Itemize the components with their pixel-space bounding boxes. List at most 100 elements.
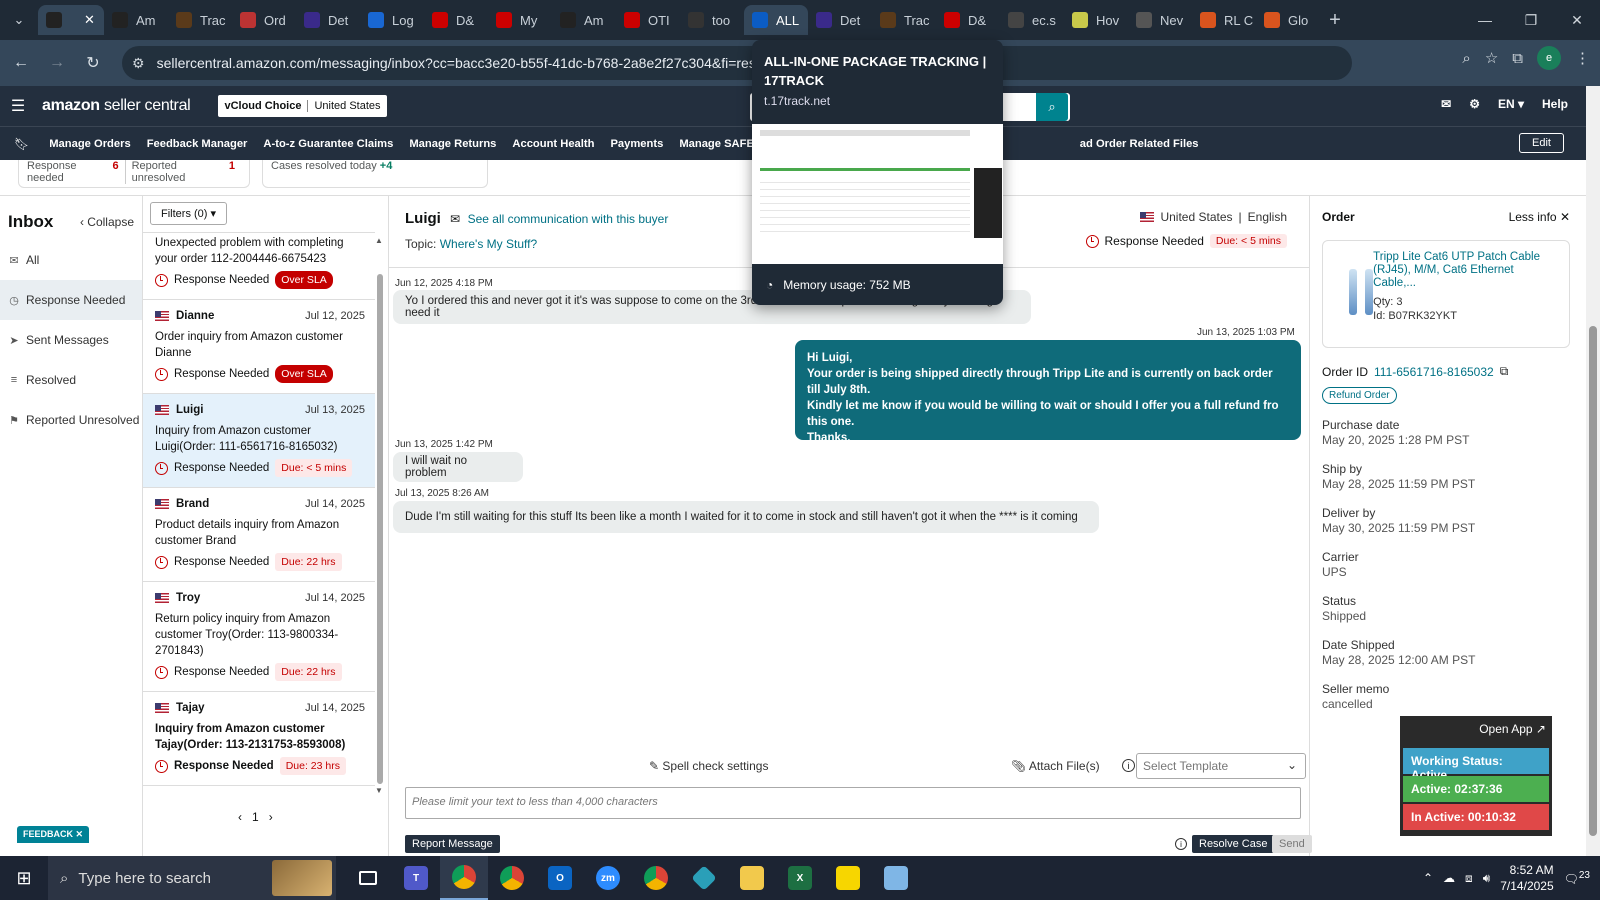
stats-card-resolved[interactable]: Cases resolved today +4 bbox=[262, 160, 488, 188]
browser-tab[interactable]: ec.s bbox=[1000, 5, 1064, 35]
copy-icon[interactable]: ⧉ bbox=[1500, 364, 1509, 379]
menu-item[interactable]: Manage Returns bbox=[409, 138, 496, 150]
prev-page-icon[interactable]: ‹ bbox=[238, 810, 242, 824]
order-id-link[interactable]: 111-6561716-8165032 bbox=[1374, 365, 1494, 379]
menu-item[interactable]: Manage Orders bbox=[49, 138, 130, 150]
reload-icon[interactable]: ↻ bbox=[78, 53, 108, 73]
back-icon[interactable]: ← bbox=[6, 54, 36, 72]
close-tab-icon[interactable]: ✕ bbox=[84, 12, 95, 28]
chrome-icon[interactable] bbox=[632, 856, 680, 900]
browser-tab[interactable]: ALL bbox=[744, 5, 808, 35]
scroll-up-icon[interactable]: ▲ bbox=[375, 236, 383, 245]
task-view-icon[interactable] bbox=[344, 856, 392, 900]
menu-item-upload-order-files[interactable]: ad Order Related Files bbox=[1080, 138, 1199, 150]
file-explorer-icon[interactable] bbox=[728, 856, 776, 900]
spell-check-settings-link[interactable]: ✎ Spell check settings bbox=[649, 759, 768, 773]
conversation-item[interactable]: Brand Jul 14, 2025 Product details inquiry… bbox=[143, 488, 375, 582]
volume-icon[interactable]: 🔊︎ bbox=[1483, 871, 1491, 886]
conversation-scrollbar[interactable]: ▲ ▼ bbox=[375, 236, 385, 796]
notifications-icon[interactable]: 🗨︎23 bbox=[1564, 870, 1590, 886]
close-window-icon[interactable]: ✕ bbox=[1554, 0, 1600, 40]
restore-icon[interactable]: ❐ bbox=[1508, 0, 1554, 40]
hamburger-menu-icon[interactable]: ☰ bbox=[0, 96, 36, 116]
app-diamond-icon[interactable] bbox=[680, 856, 728, 900]
settings-gear-icon[interactable]: ⚙ bbox=[1469, 97, 1480, 111]
site-info-icon[interactable]: ⚙ bbox=[132, 55, 145, 72]
zoom-icon[interactable]: ⌕ bbox=[1462, 50, 1470, 67]
attach-files-button[interactable]: 📎︎ Attach File(s) bbox=[1011, 759, 1100, 773]
language-selector[interactable]: EN ▾ bbox=[1498, 97, 1524, 111]
edit-menu-button[interactable]: Edit bbox=[1519, 133, 1564, 153]
browser-tab[interactable]: Log bbox=[360, 5, 424, 35]
page-scrollbar[interactable] bbox=[1586, 86, 1600, 856]
browser-tab[interactable]: Det bbox=[296, 5, 360, 35]
taskbar-clock[interactable]: 8:52 AM 7/14/2025 bbox=[1500, 862, 1553, 894]
network-icon[interactable]: ⧈ bbox=[1465, 871, 1473, 886]
info-icon[interactable]: i bbox=[1122, 759, 1135, 772]
browser-tab[interactable]: Trac bbox=[168, 5, 232, 35]
sidebar-item[interactable]: ≡ Resolved bbox=[0, 360, 142, 400]
send-button[interactable]: Send bbox=[1272, 835, 1312, 853]
menu-item[interactable]: Account Health bbox=[512, 138, 594, 150]
conversation-item[interactable]: Unexpected problem with completing your … bbox=[143, 233, 375, 300]
info-icon[interactable]: i bbox=[1175, 838, 1187, 850]
bookmark-icon[interactable]: 🔖︎ bbox=[14, 137, 29, 151]
menu-item[interactable]: Payments bbox=[610, 138, 663, 150]
browser-tab[interactable]: Am bbox=[552, 5, 616, 35]
topic-link[interactable]: Where's My Stuff? bbox=[440, 237, 537, 251]
conversation-item[interactable]: Tajay Jul 14, 2025 Inquiry from Amazon cus… bbox=[143, 692, 375, 786]
browser-tab[interactable]: Nev bbox=[1128, 5, 1192, 35]
product-name-link[interactable]: Tripp Lite Cat6 UTP Patch Cable (RJ45), … bbox=[1373, 251, 1559, 290]
report-message-button[interactable]: Report Message bbox=[405, 835, 500, 853]
tab-search-chevron-icon[interactable]: ⌄ bbox=[0, 0, 38, 40]
profile-avatar[interactable]: e bbox=[1537, 46, 1561, 70]
teams-icon[interactable]: T bbox=[392, 856, 440, 900]
zoom-app-icon[interactable]: zm bbox=[584, 856, 632, 900]
conversation-item[interactable]: Troy Jul 14, 2025 Return policy inquiry fr… bbox=[143, 582, 375, 692]
outlook-icon[interactable]: O bbox=[536, 856, 584, 900]
onedrive-icon[interactable]: ☁ bbox=[1443, 871, 1455, 885]
collapse-button[interactable]: ‹ Collapse bbox=[80, 215, 134, 229]
next-page-icon[interactable]: › bbox=[269, 810, 273, 824]
scrollbar-thumb[interactable] bbox=[377, 274, 383, 784]
browser-tab[interactable]: ✕ bbox=[38, 5, 104, 35]
search-icon[interactable]: ⌕ bbox=[1036, 93, 1068, 121]
taskbar-search[interactable]: ⌕ Type here to search bbox=[48, 856, 336, 900]
browser-tab[interactable]: Ord bbox=[232, 5, 296, 35]
page-number[interactable]: 1 bbox=[252, 810, 259, 824]
open-app-link[interactable]: Open App ↗ bbox=[1479, 722, 1546, 736]
browser-tab[interactable]: Glo bbox=[1256, 5, 1320, 35]
conversation-item[interactable]: Luigi Jul 13, 2025 Inquiry from Amazon cus… bbox=[143, 394, 375, 488]
scroll-down-icon[interactable]: ▼ bbox=[375, 786, 383, 795]
stats-card-needed[interactable]: Response needed 6 Reported unresolved 1 bbox=[18, 160, 250, 188]
filters-button[interactable]: Filters (0) ▾ bbox=[150, 202, 228, 225]
chrome-profile-icon[interactable] bbox=[488, 856, 536, 900]
account-switcher[interactable]: vCloud Choice United States bbox=[218, 95, 387, 117]
browser-tab[interactable]: Det bbox=[808, 5, 872, 35]
excel-icon[interactable]: X bbox=[776, 856, 824, 900]
browser-tab[interactable]: OTI bbox=[616, 5, 680, 35]
browser-tab[interactable]: too bbox=[680, 5, 744, 35]
feedback-button[interactable]: FEEDBACK ✕ bbox=[17, 826, 90, 843]
browser-tab[interactable]: RL C bbox=[1192, 5, 1256, 35]
reply-textarea[interactable]: Please limit your text to less than 4,00… bbox=[405, 787, 1301, 819]
resolve-case-button[interactable]: Resolve Case bbox=[1192, 835, 1275, 853]
see-all-communication-link[interactable]: See all communication with this buyer bbox=[468, 212, 669, 226]
snipping-tool-icon[interactable] bbox=[872, 856, 920, 900]
minimize-icon[interactable]: — bbox=[1462, 0, 1508, 40]
browser-tab[interactable]: Hov bbox=[1064, 5, 1128, 35]
browser-tab[interactable]: D& bbox=[936, 5, 1000, 35]
menu-item[interactable]: A-to-z Guarantee Claims bbox=[263, 138, 393, 150]
browser-menu-icon[interactable]: ⋮ bbox=[1575, 49, 1590, 67]
sidebar-item[interactable]: ◷ Response Needed bbox=[0, 280, 142, 320]
conversation-item[interactable]: Dianne Jul 12, 2025 Order inquiry from Ama… bbox=[143, 300, 375, 394]
mail-icon[interactable]: ✉ bbox=[1441, 97, 1451, 111]
browser-tab[interactable]: Am bbox=[104, 5, 168, 35]
extensions-icon[interactable]: ⧉ bbox=[1512, 50, 1523, 67]
browser-tab[interactable]: My bbox=[488, 5, 552, 35]
new-tab-button[interactable]: + bbox=[1320, 9, 1350, 32]
url-field[interactable]: ⚙ sellercentral.amazon.com/messaging/inb… bbox=[122, 46, 1352, 80]
menu-item[interactable]: Feedback Manager bbox=[147, 138, 248, 150]
sidebar-item[interactable]: ✉ All bbox=[0, 240, 142, 280]
less-info-button[interactable]: Less info ✕ bbox=[1509, 210, 1570, 224]
